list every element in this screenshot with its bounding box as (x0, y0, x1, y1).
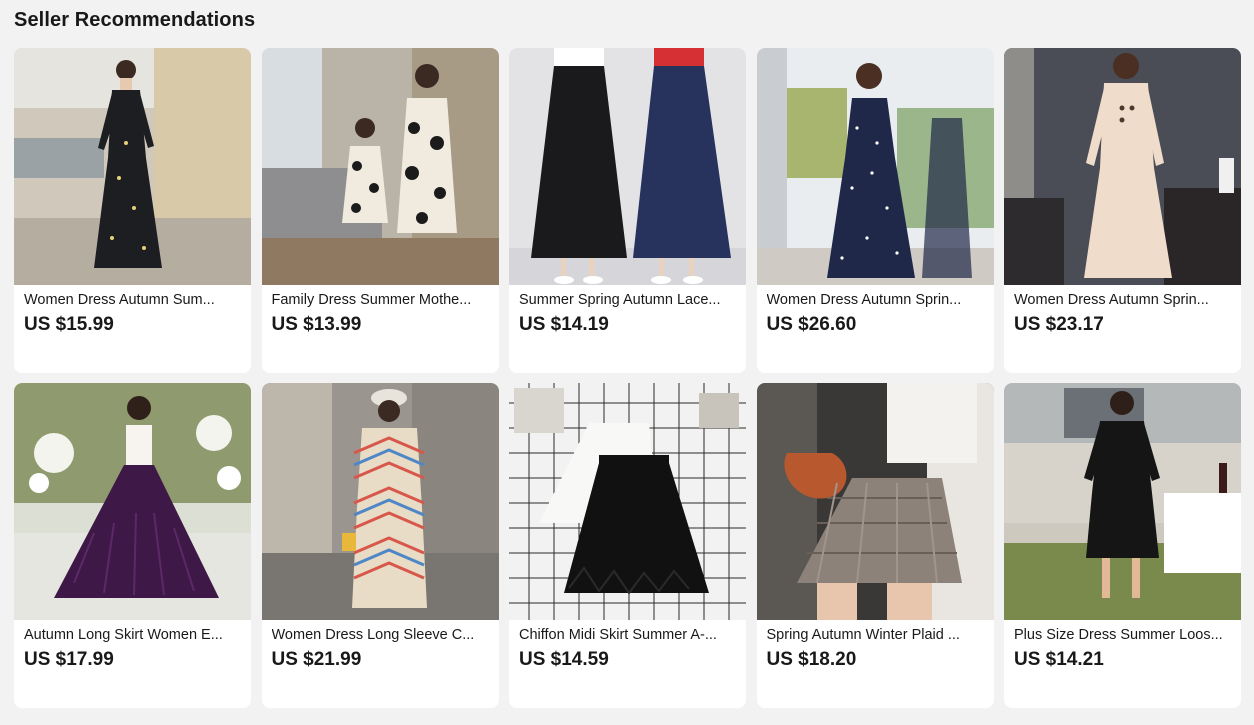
product-image-black-and-white-feather-skirts (509, 383, 746, 620)
product-price: US $23.17 (1014, 314, 1104, 335)
product-title[interactable]: Spring Autumn Winter Plaid ... (767, 625, 984, 645)
product-image-woman-chevron-knit-dress (261, 383, 499, 620)
product-price: US $14.59 (519, 649, 609, 670)
product-card[interactable]: Women Dress Autumn Sprin... US $26.60 (756, 48, 994, 373)
product-title[interactable]: Chiffon Midi Skirt Summer A-... (519, 625, 736, 645)
product-card[interactable]: Autumn Long Skirt Women E... US $17.99 (14, 383, 251, 708)
product-image-woman-black-floral-maxi-dress (14, 48, 251, 285)
product-image-woman-purple-pleated-skirt (14, 383, 251, 620)
product-title[interactable]: Women Dress Long Sleeve C... (272, 625, 489, 645)
product-price: US $13.99 (271, 314, 362, 335)
product-image-black-and-navy-lace-maxi-skirts (509, 48, 746, 285)
product-image-woman-navy-polka-dot-dress (756, 48, 994, 285)
product-image-mother-daughter-polka-dot-dresses (261, 48, 499, 285)
product-image[interactable] (509, 48, 746, 285)
product-title[interactable]: Autumn Long Skirt Women E... (24, 625, 241, 645)
product-image[interactable] (1004, 48, 1241, 285)
product-image-woman-cream-knit-dress (1004, 48, 1241, 285)
product-price: US $14.21 (1014, 649, 1104, 670)
product-card[interactable]: Spring Autumn Winter Plaid ... US $18.20 (756, 383, 994, 708)
product-title[interactable]: Family Dress Summer Mothe... (272, 290, 489, 310)
product-title[interactable]: Women Dress Autumn Sum... (24, 290, 241, 310)
product-card[interactable]: Women Dress Long Sleeve C... US $21.99 (261, 383, 499, 708)
product-image[interactable] (261, 48, 499, 285)
product-title[interactable]: Women Dress Autumn Sprin... (767, 290, 984, 310)
product-card[interactable]: Summer Spring Autumn Lace... US $14.19 (509, 48, 746, 373)
section-title: Seller Recommendations (14, 9, 256, 31)
product-image-woman-black-shirt-dress (1004, 383, 1241, 620)
product-card[interactable]: Family Dress Summer Mothe... US $13.99 (261, 48, 499, 373)
product-price: US $17.99 (24, 649, 114, 670)
product-image[interactable] (14, 383, 251, 620)
product-price: US $18.20 (766, 649, 857, 670)
product-title[interactable]: Summer Spring Autumn Lace... (519, 290, 736, 310)
product-image[interactable] (1004, 383, 1241, 620)
product-title[interactable]: Plus Size Dress Summer Loos... (1014, 625, 1231, 645)
product-price: US $21.99 (271, 649, 362, 670)
product-price: US $14.19 (519, 314, 609, 335)
product-card[interactable]: Women Dress Autumn Sprin... US $23.17 (1004, 48, 1241, 373)
product-price: US $15.99 (24, 314, 114, 335)
product-grid: Women Dress Autumn Sum... US $15.99 Fami… (14, 48, 1241, 708)
product-image[interactable] (756, 383, 994, 620)
product-price: US $26.60 (766, 314, 857, 335)
product-image-plaid-pleated-mini-skirt (756, 383, 994, 620)
product-card[interactable]: Plus Size Dress Summer Loos... US $14.21 (1004, 383, 1241, 708)
product-card[interactable]: Women Dress Autumn Sum... US $15.99 (14, 48, 251, 373)
product-image[interactable] (14, 48, 251, 285)
product-image[interactable] (509, 383, 746, 620)
product-image[interactable] (756, 48, 994, 285)
product-card[interactable]: Chiffon Midi Skirt Summer A-... US $14.5… (509, 383, 746, 708)
seller-recommendations-section: Seller Recommendations Women Dress Autum… (0, 0, 1254, 725)
product-title[interactable]: Women Dress Autumn Sprin... (1014, 290, 1231, 310)
product-image[interactable] (261, 383, 499, 620)
